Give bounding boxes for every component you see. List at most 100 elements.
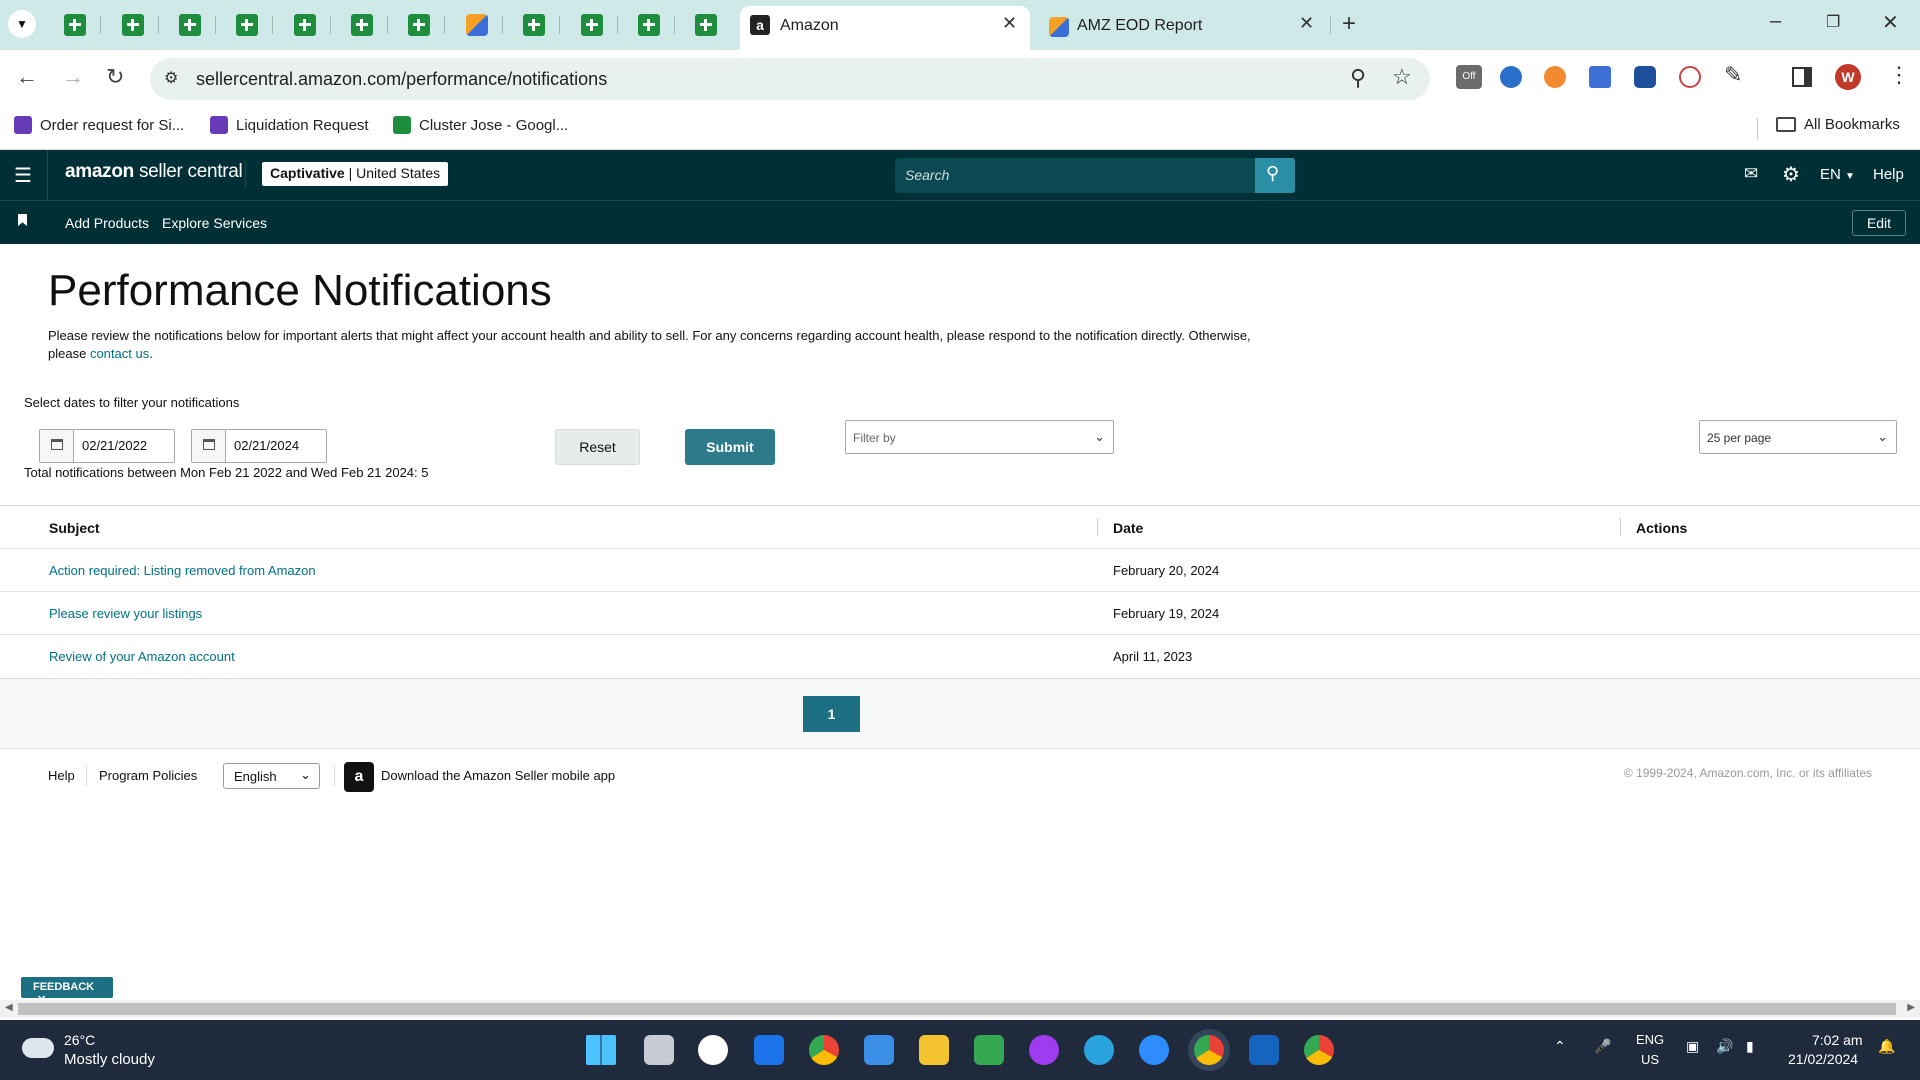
tab-search-button[interactable]: ▼	[8, 10, 36, 38]
page-button-current[interactable]: 1	[803, 696, 860, 732]
hamburger-menu-icon[interactable]: ☰	[14, 163, 32, 188]
bookmark-icon[interactable]	[18, 214, 27, 226]
battery-icon[interactable]: ▮	[1746, 1038, 1754, 1055]
filter-by-select[interactable]: Filter by ⌄	[845, 420, 1114, 454]
chrome-profile-icon[interactable]	[1304, 1035, 1334, 1065]
task-view-icon[interactable]	[644, 1035, 674, 1065]
all-bookmarks[interactable]: All Bookmarks	[1776, 116, 1900, 133]
extension-off-icon[interactable]: Off	[1456, 65, 1482, 89]
sheets-tab-icon[interactable]	[236, 14, 258, 36]
minimize-icon[interactable]: –	[1770, 10, 1781, 33]
settings-gear-icon[interactable]: ⚙	[1782, 162, 1800, 187]
extension-icon[interactable]	[1634, 66, 1656, 88]
calendar-icon[interactable]	[40, 430, 74, 462]
feedback-button[interactable]: FEEDBACK ✕	[21, 977, 113, 1006]
sheets-tab-icon[interactable]	[581, 14, 603, 36]
footer-language-select[interactable]: English ⌄	[223, 763, 320, 789]
input-language-top[interactable]: ENG	[1636, 1032, 1664, 1047]
download-app-link[interactable]: Download the Amazon Seller mobile app	[381, 768, 615, 783]
bookmark-item[interactable]: Cluster Jose - Googl...	[393, 116, 568, 134]
reload-icon[interactable]: ↻	[106, 64, 124, 90]
site-info-icon[interactable]: ⚙	[164, 68, 178, 88]
contact-us-link[interactable]: contact us	[90, 346, 149, 361]
zoom-icon[interactable]: ⚲	[1350, 65, 1366, 91]
sheets-tab-icon[interactable]	[695, 14, 717, 36]
clock-date[interactable]: 21/02/2024	[1788, 1051, 1858, 1067]
weather-cloud-icon[interactable]	[22, 1038, 54, 1058]
restore-icon[interactable]: ❐	[1826, 12, 1840, 32]
scrollbar-thumb[interactable]	[18, 1003, 1896, 1015]
close-tab-icon[interactable]: ✕	[1002, 13, 1017, 34]
slack-icon[interactable]	[698, 1035, 728, 1065]
notification-subject-link[interactable]: Action required: Listing removed from Am…	[49, 563, 316, 578]
extension-icon[interactable]	[1544, 66, 1566, 88]
sheets-tab-icon[interactable]	[294, 14, 316, 36]
per-page-select[interactable]: 25 per page ⌄	[1699, 420, 1897, 454]
extension-icon[interactable]	[1589, 66, 1611, 88]
url-text[interactable]: sellercentral.amazon.com/performance/not…	[196, 69, 607, 90]
notifications-bell-icon[interactable]: 🔔	[1878, 1038, 1895, 1055]
amazon-app-icon[interactable]: a	[344, 762, 374, 792]
reset-button[interactable]: Reset	[555, 429, 640, 465]
language-selector[interactable]: EN ▼	[1820, 166, 1855, 183]
edit-nav-button[interactable]: Edit	[1852, 210, 1906, 236]
calendar-icon[interactable]	[192, 430, 226, 462]
notification-subject-link[interactable]: Please review your listings	[49, 606, 202, 621]
sheets-tab-icon[interactable]	[351, 14, 373, 36]
nav-add-products[interactable]: Add Products	[65, 215, 149, 231]
notepad-icon[interactable]	[864, 1035, 894, 1065]
close-window-icon[interactable]: ✕	[1882, 10, 1899, 35]
search-input[interactable]: Search	[895, 158, 1255, 193]
volume-icon[interactable]: 🔊	[1716, 1038, 1733, 1055]
footer-program-policies-link[interactable]: Program Policies	[99, 768, 197, 783]
scroll-left-icon[interactable]: ◀	[5, 1002, 13, 1013]
chrome-icon[interactable]	[809, 1035, 839, 1065]
tab-amz-eod-report[interactable]: AMZ EOD Report ✕	[1035, 6, 1325, 50]
seller-central-logo[interactable]: amazon seller central	[65, 161, 243, 183]
windows-start-icon[interactable]	[586, 1035, 616, 1065]
zoom-icon[interactable]	[1139, 1035, 1169, 1065]
help-link[interactable]: Help	[1873, 166, 1904, 183]
chrome-profile-icon[interactable]	[1194, 1035, 1224, 1065]
weather-temperature[interactable]: 26°C	[64, 1032, 95, 1048]
nav-explore-services[interactable]: Explore Services	[162, 215, 267, 231]
clock-time[interactable]: 7:02 am	[1812, 1032, 1863, 1048]
end-date-field[interactable]: 02/21/2024	[191, 429, 327, 463]
sheets-tab-icon[interactable]	[408, 14, 430, 36]
bookmark-item[interactable]: Order request for Si...	[14, 116, 184, 134]
extension-icon[interactable]	[1500, 66, 1522, 88]
sheets-tab-icon[interactable]	[523, 14, 545, 36]
avatar[interactable]: W	[1835, 64, 1861, 90]
menu-kebab-icon[interactable]: ⋮	[1888, 62, 1910, 88]
footer-help-link[interactable]: Help	[48, 768, 75, 783]
bookmark-star-icon[interactable]: ☆	[1392, 64, 1412, 90]
scroll-right-icon[interactable]: ▶	[1907, 1002, 1915, 1013]
input-language-bottom[interactable]: US	[1641, 1052, 1659, 1067]
tab-amazon[interactable]: a Amazon ✕	[740, 6, 1030, 50]
side-panel-icon[interactable]	[1792, 67, 1812, 87]
microphone-icon[interactable]: 🎤	[1594, 1038, 1611, 1055]
telegram-icon[interactable]	[1084, 1035, 1114, 1065]
extensions-puzzle-icon[interactable]: ✎	[1724, 62, 1742, 88]
sheets-tab-icon[interactable]	[179, 14, 201, 36]
mail-icon[interactable]: ✉	[1744, 164, 1758, 184]
extension-icon[interactable]	[1679, 66, 1701, 88]
submit-button[interactable]: Submit	[685, 429, 775, 465]
network-icon[interactable]: ▣	[1686, 1038, 1699, 1055]
notification-subject-link[interactable]: Review of your Amazon account	[49, 649, 235, 664]
forward-icon[interactable]: →	[62, 64, 84, 90]
weather-condition[interactable]: Mostly cloudy	[64, 1051, 155, 1068]
column-header-date[interactable]: Date	[1113, 520, 1143, 536]
horizontal-scrollbar[interactable]: ◀ ▶	[0, 1000, 1920, 1018]
start-date-field[interactable]: 02/21/2022	[39, 429, 175, 463]
store-switcher[interactable]: Captivative | United States	[262, 162, 449, 186]
new-tab-icon[interactable]: +	[1342, 10, 1356, 38]
bookmark-item[interactable]: Liquidation Request	[210, 116, 369, 134]
file-explorer-icon[interactable]	[919, 1035, 949, 1065]
close-tab-icon[interactable]: ✕	[1299, 13, 1314, 34]
report-tab-icon[interactable]	[466, 14, 488, 36]
mail-app-icon[interactable]	[754, 1035, 784, 1065]
sheets-tab-icon[interactable]	[64, 14, 86, 36]
google-meet-icon[interactable]	[974, 1035, 1004, 1065]
omnibox[interactable]: ⚙ sellercentral.amazon.com/performance/n…	[150, 58, 1430, 100]
